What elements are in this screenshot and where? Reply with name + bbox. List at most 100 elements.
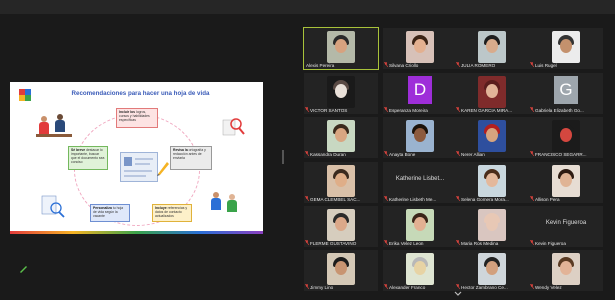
participant-tile[interactable]: Kassandra Duran [304, 117, 378, 158]
participant-video [552, 120, 580, 152]
participant-tile[interactable]: G Gabriela Elizabeth Go... [529, 73, 603, 114]
participant-video [478, 120, 506, 152]
muted-mic-icon [305, 240, 309, 245]
participant-name: Gabriela Elizabeth Go... [535, 108, 584, 113]
participant-video [327, 209, 355, 241]
participant-tile[interactable]: Selena Gomera Mora... [455, 162, 529, 203]
participant-tile[interactable]: Alexis Pereira [303, 27, 379, 70]
slide-box-right: Revisa la ortografía y redacción antes d… [170, 146, 212, 170]
muted-mic-icon [456, 240, 460, 245]
participant-display-name: Katherine Lisbet... [395, 176, 445, 182]
slide-box-top: Incluir los logros, cursos y habilidades… [116, 108, 158, 128]
participant-name: Silvana Criollo [389, 63, 419, 68]
resize-handle[interactable] [282, 150, 284, 164]
participant-tile[interactable]: Kevin Figueroa Kevin Figueroa [529, 206, 603, 247]
muted-mic-icon [530, 62, 534, 67]
participant-tile[interactable]: Maria Ros Medina [455, 206, 529, 247]
participant-tile[interactable]: Luis Rugel [529, 28, 603, 69]
meeting-top-bar [0, 0, 615, 14]
participant-avatar-letter: D [408, 76, 432, 104]
participant-name: Erika Velez Leon [389, 241, 424, 246]
muted-mic-icon [384, 196, 388, 201]
participant-face [414, 39, 426, 53]
muted-mic-icon [456, 62, 460, 67]
participant-face [486, 128, 498, 142]
participant-tile[interactable]: Wendy Velez [529, 250, 603, 291]
participant-display-name: Kevin Figueroa [545, 220, 587, 226]
participant-video [406, 31, 434, 63]
participant-face [414, 217, 426, 231]
muted-mic-icon [530, 107, 534, 112]
participant-video [478, 253, 506, 285]
participant-name: Alexander Franco [389, 285, 426, 290]
participant-video [327, 76, 355, 108]
muted-mic-icon [456, 284, 460, 289]
participant-video [552, 165, 580, 197]
participant-face [560, 261, 572, 275]
person-at-desk-illustration [38, 116, 50, 136]
participant-video [327, 165, 355, 197]
participant-name: Anayta Bone [389, 152, 416, 157]
desk-illustration [36, 134, 72, 137]
participant-video [478, 165, 506, 197]
muted-mic-icon [305, 151, 309, 156]
muted-mic-icon [530, 151, 534, 156]
muted-mic-icon [305, 196, 309, 201]
participant-tile[interactable]: JULIA ROMERO [455, 28, 529, 69]
participant-tile[interactable]: Nerer Allian [455, 117, 529, 158]
participant-tile[interactable]: Jimmy Lino [304, 250, 378, 291]
muted-mic-icon [384, 107, 388, 112]
muted-mic-icon [384, 62, 388, 67]
participant-name: Kevin Figueroa [535, 241, 566, 246]
participant-tile[interactable]: Erika Velez Leon [383, 206, 457, 247]
muted-mic-icon [384, 240, 388, 245]
participant-video [406, 253, 434, 285]
participant-face [486, 39, 498, 53]
participant-video [552, 253, 580, 285]
participant-face [335, 39, 347, 53]
muted-mic-icon [456, 196, 460, 201]
participant-tile[interactable]: FRANCISCO SEGARR... [529, 117, 603, 158]
participant-face [335, 128, 347, 142]
participant-name: Hector Zambrano Ce... [461, 285, 508, 290]
participant-face [486, 84, 498, 98]
document-search-illustration [41, 195, 65, 218]
participant-tile[interactable]: GEMA CLEMBEL SAC... [304, 162, 378, 203]
muted-mic-icon [530, 284, 534, 289]
participant-name: KAREN GARCIA MIRA... [461, 108, 513, 113]
muted-mic-icon [305, 284, 309, 289]
participant-face [560, 128, 572, 142]
participant-name: FLERME GUSTAVINO [310, 241, 357, 246]
participant-avatar-letter: G [554, 76, 578, 104]
participant-tile[interactable]: Katherine Lisbet... Katherine Lisbeth Me.… [383, 162, 457, 203]
chevron-down-icon[interactable] [454, 291, 462, 297]
participant-tile[interactable]: FLERME GUSTAVINO [304, 206, 378, 247]
presentation-logo-icon [19, 89, 31, 101]
participant-tile[interactable]: Alexander Franco [383, 250, 457, 291]
slide-box-bottom-right: Incluye referencias y datos de contacto … [152, 204, 192, 222]
participant-tile[interactable]: Silvana Criollo [383, 28, 457, 69]
slide-box-bottom-left: Personaliza tu hoja de vida según la vac… [90, 204, 130, 222]
participant-face [335, 261, 347, 275]
participant-face [414, 128, 426, 142]
participant-name: Allison Pera [535, 197, 560, 202]
annotate-pen-icon[interactable] [19, 264, 28, 273]
participant-name: Selena Gomera Mora... [461, 197, 509, 202]
participant-video [478, 76, 506, 108]
participant-tile[interactable]: Anayta Bone [383, 117, 457, 158]
participant-name: Kassandra Duran [310, 152, 346, 157]
participant-name: Nerer Allian [461, 152, 485, 157]
participant-tile[interactable]: VICTOR SANTOS [304, 73, 378, 114]
participant-name: Luis Rugel [535, 63, 557, 68]
participant-tile[interactable]: Allison Pera [529, 162, 603, 203]
participant-face [560, 173, 572, 187]
participant-tile[interactable]: KAREN GARCIA MIRA... [455, 73, 529, 114]
shared-screen: Recomendaciones para hacer una hoja de v… [10, 82, 263, 234]
participant-video [406, 120, 434, 152]
person-at-desk-illustration [54, 114, 66, 134]
participant-tile[interactable]: Hector Zambrano Ce... [455, 250, 529, 291]
participant-tile[interactable]: D Esperanza Moreira [383, 73, 457, 114]
participant-name: Maria Ros Medina [461, 241, 499, 246]
participant-name: Esperanza Moreira [389, 108, 428, 113]
slide-title: Recomendaciones para hacer una hoja de v… [71, 90, 210, 97]
